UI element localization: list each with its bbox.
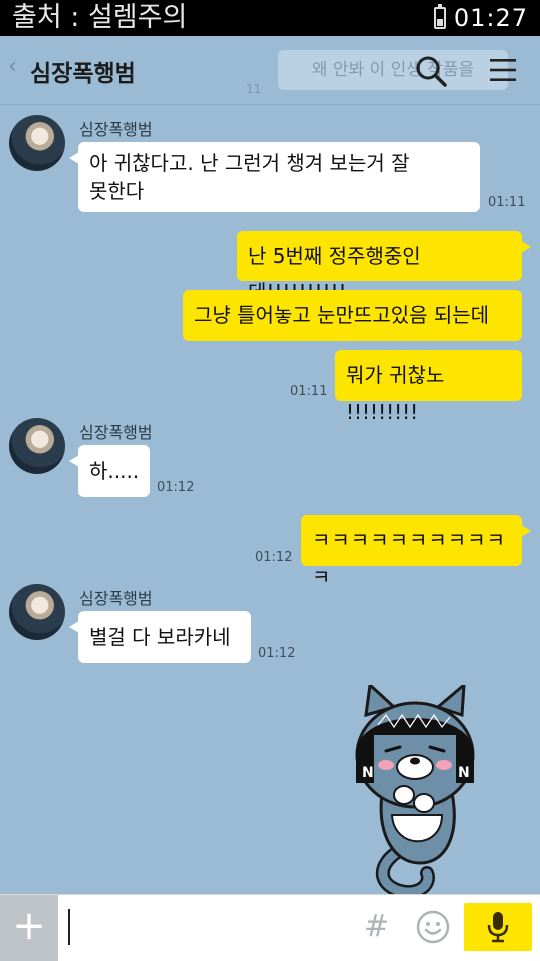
- message-bubble-sent[interactable]: 뭐가 귀찮노 !!!!!!!!!: [335, 350, 522, 424]
- message-bubble-received[interactable]: 하.....: [69, 445, 150, 497]
- avatar[interactable]: [9, 115, 65, 171]
- chevron-left-icon[interactable]: ‹: [8, 54, 17, 79]
- sticker-letter: N: [362, 765, 374, 781]
- text-caret: [68, 909, 70, 945]
- status-time: 01:27: [453, 4, 528, 32]
- message-time: 01:11: [290, 384, 328, 399]
- message-text: 아 귀찮다고. 난 그런거 챙겨 보는거 잘: [89, 151, 410, 175]
- message-bubble-sent[interactable]: 난 5번째 정주행중인데!!!!!!!!!!: [237, 231, 531, 304]
- battery-icon: [433, 4, 446, 29]
- input-bar: + #: [0, 894, 540, 961]
- status-icons: 01:27: [433, 2, 528, 34]
- plus-button[interactable]: +: [0, 895, 58, 961]
- message-text: 그냥 틀어놓고 눈만뜨고있음 되는데: [194, 303, 490, 327]
- message-text: 별걸 다 보라카네: [89, 625, 231, 649]
- message-bubble-sent[interactable]: ㅋㅋㅋㅋㅋㅋㅋㅋㅋㅋㅋ: [301, 515, 531, 589]
- ghost-notice: 왜 안봐 이 인생 작품을: [278, 50, 508, 90]
- sticker-letter: N: [458, 765, 470, 781]
- menu-icon[interactable]: [489, 56, 517, 84]
- message-bubble-received[interactable]: 아 귀찮다고. 난 그런거 챙겨 보는거 잘 못한다: [69, 142, 480, 212]
- hashtag-button[interactable]: #: [364, 909, 389, 944]
- chat-area[interactable]: 심장폭행범 아 귀찮다고. 난 그런거 챙겨 보는거 잘 못한다 01:11 난…: [0, 105, 540, 895]
- microphone-icon: [487, 912, 509, 943]
- sender-name: 심장폭행범: [79, 120, 153, 139]
- sender-name: 심장폭행범: [79, 423, 153, 442]
- message-time: 01:11: [488, 195, 526, 210]
- message-text: 뭐가 귀찮노 !!!!!!!!!: [346, 363, 445, 424]
- ghost-unread-count: 11: [246, 82, 262, 96]
- voice-button[interactable]: [464, 903, 532, 951]
- status-bar: 출처 : 설렘주의 01:27: [0, 0, 540, 36]
- message-text: 하.....: [89, 459, 140, 483]
- source-caption: 출처 : 설렘주의: [12, 2, 188, 33]
- message-time: 01:12: [258, 646, 296, 661]
- chat-header: ‹ 심장폭행범 왜 안봐 이 인생 작품을 11: [0, 36, 540, 105]
- sender-name: 심장폭행범: [79, 589, 153, 608]
- message-text: 못한다: [89, 179, 145, 203]
- message-time: 01:12: [157, 480, 195, 495]
- message-time: 01:12: [255, 550, 293, 565]
- avatar[interactable]: [9, 584, 65, 640]
- message-input[interactable]: [62, 905, 356, 953]
- message-bubble-sent[interactable]: 그냥 틀어놓고 눈만뜨고있음 되는데: [183, 290, 522, 341]
- room-title[interactable]: 심장폭행범: [30, 54, 136, 88]
- cat-sticker-icon[interactable]: N N: [342, 685, 488, 895]
- message-text: ㅋㅋㅋㅋㅋㅋㅋㅋㅋㅋㅋ: [312, 528, 506, 589]
- message-bubble-received[interactable]: 별걸 다 보라카네: [69, 611, 251, 663]
- emoji-icon[interactable]: [416, 910, 450, 944]
- search-icon[interactable]: [414, 54, 448, 88]
- avatar[interactable]: [9, 418, 65, 474]
